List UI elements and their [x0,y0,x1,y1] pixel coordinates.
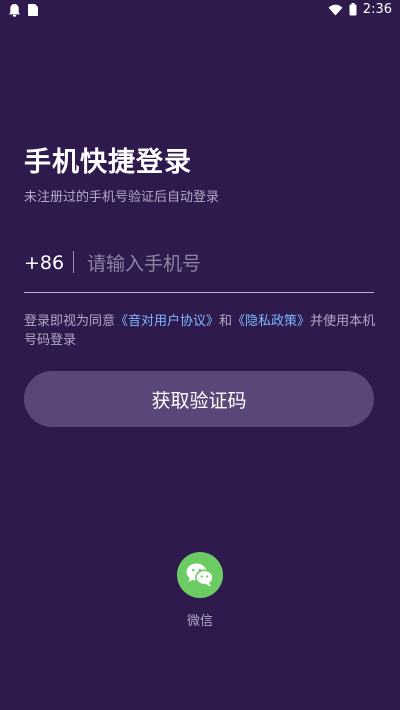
wechat-label: 微信 [186,614,213,629]
page-subtitle: 未注册过的手机号验证后自动登录 [24,190,220,205]
phone-field: +86 [24,245,374,293]
sim-icon [27,3,39,17]
agreement-text: 登录即视为同意《音对用户协议》和《隐私政策》并使用本机号码登录 [24,312,376,350]
agreement-prefix: 登录即视为同意 [24,314,116,329]
status-time: 2:36 [362,2,392,17]
get-code-button[interactable]: 获取验证码 [24,371,374,427]
phone-input[interactable] [87,247,367,281]
status-bar: 2:36 [0,0,400,22]
field-divider [73,251,74,273]
privacy-policy-link[interactable]: 《隐私政策》 [232,314,310,329]
page-title: 手机快捷登录 [24,147,192,178]
country-code[interactable]: +86 [24,252,64,274]
wechat-login-button[interactable] [177,552,223,598]
user-agreement-link[interactable]: 《音对用户协议》 [115,314,219,329]
agreement-and: 和 [219,314,233,329]
wifi-icon [328,4,343,16]
status-bar-right: 2:36 [328,2,392,17]
status-bar-left [8,3,39,17]
notification-icon [8,3,21,17]
battery-icon [349,3,357,16]
wechat-icon [185,562,215,588]
